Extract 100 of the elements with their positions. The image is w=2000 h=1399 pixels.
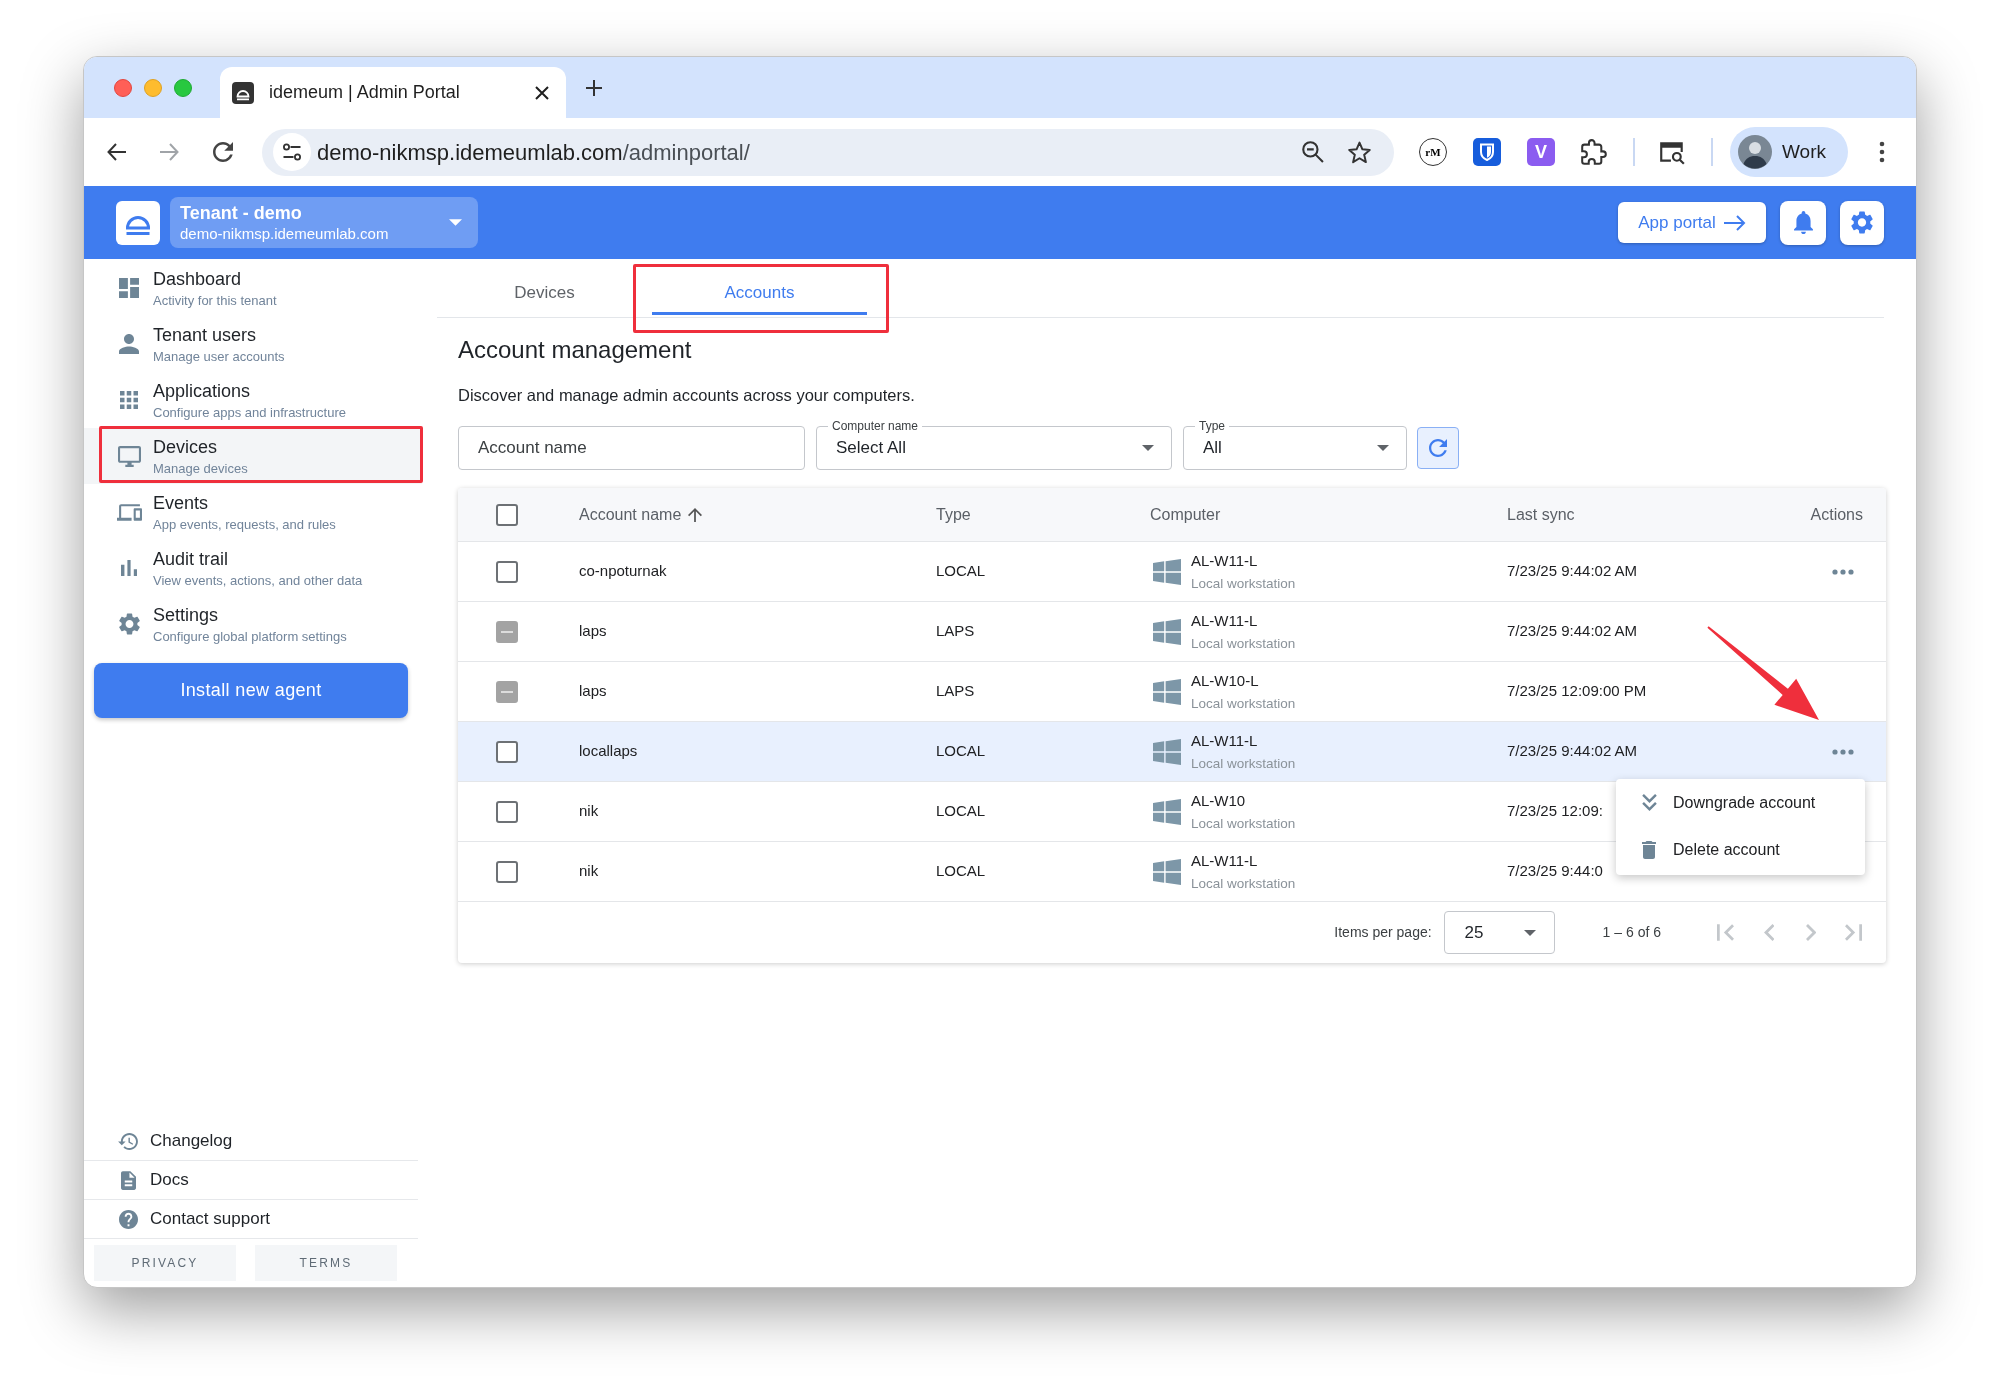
- windows-logo-icon: [1153, 618, 1181, 645]
- footer-link[interactable]: TERMS: [255, 1245, 397, 1281]
- shield-icon[interactable]: [1473, 138, 1501, 166]
- table-cell-text: 7/23/25 9:44:02 AM: [1507, 561, 1638, 582]
- person-icon: [119, 334, 139, 354]
- computer-type: Local workstation: [1191, 694, 1296, 713]
- caret-icon: [449, 219, 462, 226]
- table-cell-text: 7/23/25 9:44:02 AM: [1507, 621, 1638, 642]
- sliders-icon[interactable]: [273, 133, 311, 171]
- computer-type: Local workstation: [1191, 874, 1296, 893]
- notifications-button[interactable]: [1780, 200, 1826, 245]
- table-cell-text: LAPS: [936, 621, 975, 642]
- checkbox[interactable]: [496, 860, 518, 883]
- computer-name: AL-W10-L: [1191, 670, 1259, 691]
- refresh-button[interactable]: [1417, 427, 1459, 469]
- column-header[interactable]: Account name: [579, 502, 703, 527]
- extension-button[interactable]: rM: [1419, 138, 1447, 166]
- windows-logo-icon: [1153, 558, 1181, 585]
- puzzle-icon[interactable]: [1581, 138, 1607, 166]
- install-agent-button[interactable]: Install new agent: [94, 663, 408, 718]
- browser-tab[interactable]: idemeum | Admin Portal: [220, 67, 566, 118]
- table-cell-text: nik: [579, 861, 599, 882]
- grid-icon: [120, 391, 138, 409]
- table-cell-text: 7/23/25 9:44:0: [1507, 861, 1603, 882]
- column-header: Type: [936, 504, 971, 525]
- window-close-button[interactable]: [114, 78, 132, 97]
- sidebar-item[interactable]: Tenant users Manage user accounts: [84, 316, 422, 372]
- profile-button[interactable]: Work: [1730, 127, 1848, 177]
- arrow-right-icon: [1723, 214, 1746, 231]
- sidebar-link[interactable]: Docs: [84, 1161, 418, 1200]
- address-bar[interactable]: demo-nikmsp.idemeumlab.com/adminportal/: [262, 128, 1394, 176]
- close-icon[interactable]: [535, 85, 549, 100]
- dashboard-icon: [119, 278, 139, 298]
- table-cell-text: 7/23/25 9:44:02 AM: [1507, 741, 1638, 762]
- table-row[interactable]: co-npoturnak LOCAL AL-W11-L Local workstation 7/23/25 9:44:02 AM: [458, 542, 1886, 602]
- logo-icon: [232, 81, 254, 104]
- checkbox[interactable]: [496, 560, 518, 583]
- footer-link[interactable]: PRIVACY: [94, 1245, 236, 1281]
- back-arrow-icon[interactable]: [107, 143, 127, 161]
- checkbox[interactable]: [496, 740, 518, 763]
- tab[interactable]: Accounts: [652, 269, 867, 317]
- sidebar-item[interactable]: Events App events, requests, and rules: [84, 484, 422, 540]
- more-icon[interactable]: [1832, 568, 1854, 575]
- table-cell-text: nik: [579, 801, 599, 822]
- table-cell-text: laps: [579, 681, 607, 702]
- plus-icon[interactable]: [586, 79, 602, 96]
- zoom-out-icon[interactable]: [1302, 141, 1324, 163]
- gear-icon: [118, 613, 140, 635]
- caret-icon: [1142, 445, 1154, 451]
- arrow-up-icon: [688, 507, 703, 522]
- table-cell-text: laps: [579, 621, 607, 642]
- reload-icon[interactable]: [213, 142, 233, 162]
- checkbox[interactable]: [496, 800, 518, 823]
- settings-button[interactable]: [1840, 200, 1884, 245]
- computer-name: AL-W11-L: [1191, 850, 1258, 871]
- bell-icon: [1793, 211, 1813, 234]
- computer-type: Local workstation: [1191, 814, 1296, 833]
- chevrons-down-icon: [1641, 794, 1657, 811]
- devices-icon: [116, 503, 142, 521]
- sidebar-item[interactable]: Dashboard Activity for this tenant: [84, 260, 422, 316]
- account-name-field[interactable]: Account name: [458, 426, 805, 470]
- windows-logo-icon: [1153, 858, 1181, 885]
- tab-search-icon[interactable]: [1658, 139, 1686, 165]
- items-per-page-label: Items per page:: [1334, 923, 1432, 942]
- page-description: Discover and manage admin accounts across your computers.: [458, 385, 915, 406]
- help-icon: [118, 1209, 138, 1229]
- bar-chart-icon: [121, 560, 137, 576]
- column-header: Actions: [1810, 504, 1863, 525]
- tab[interactable]: Devices: [437, 269, 652, 317]
- table-cell-text: LOCAL: [936, 561, 986, 582]
- avatar-icon: [1738, 135, 1772, 169]
- table-row[interactable]: locallaps LOCAL AL-W11-L Local workstation 7/23/25 9:44:02 AM: [458, 722, 1886, 782]
- trash-icon: [1642, 840, 1656, 859]
- windows-logo-icon: [1153, 738, 1181, 765]
- forward-arrow-icon[interactable]: [159, 143, 179, 161]
- page-size-select[interactable]: 25: [1443, 911, 1555, 954]
- page-title: Account management: [458, 335, 692, 365]
- sidebar-link[interactable]: Contact support: [84, 1200, 418, 1239]
- computer-name: AL-W11-L: [1191, 610, 1258, 631]
- sidebar-link[interactable]: Changelog: [84, 1122, 418, 1161]
- app-portal-button[interactable]: App portal: [1618, 202, 1766, 243]
- sidebar-item[interactable]: Audit trail View events, actions, and other data: [84, 540, 422, 596]
- table-cell-text: LAPS: [936, 681, 975, 702]
- windows-logo-icon: [1153, 798, 1181, 825]
- more-vertical-icon[interactable]: [1879, 141, 1885, 163]
- history-icon: [118, 1132, 138, 1150]
- logo-icon: [116, 200, 160, 245]
- sidebar-item[interactable]: Settings Configure global platform settings: [84, 596, 422, 652]
- more-icon[interactable]: [1832, 748, 1854, 755]
- checkbox[interactable]: [496, 503, 518, 526]
- sidebar-item[interactable]: Applications Configure apps and infrastructure: [84, 372, 422, 428]
- computer-type: Local workstation: [1191, 754, 1296, 773]
- star-icon[interactable]: [1348, 140, 1371, 164]
- table-cell-text: LOCAL: [936, 861, 986, 882]
- extension-button[interactable]: V: [1527, 138, 1555, 166]
- computer-name: AL-W10: [1191, 790, 1246, 811]
- table-cell-text: LOCAL: [936, 741, 986, 762]
- column-header: Last sync: [1507, 504, 1575, 525]
- menu-item[interactable]: Downgrade account: [1616, 779, 1865, 826]
- document-icon: [120, 1170, 136, 1190]
